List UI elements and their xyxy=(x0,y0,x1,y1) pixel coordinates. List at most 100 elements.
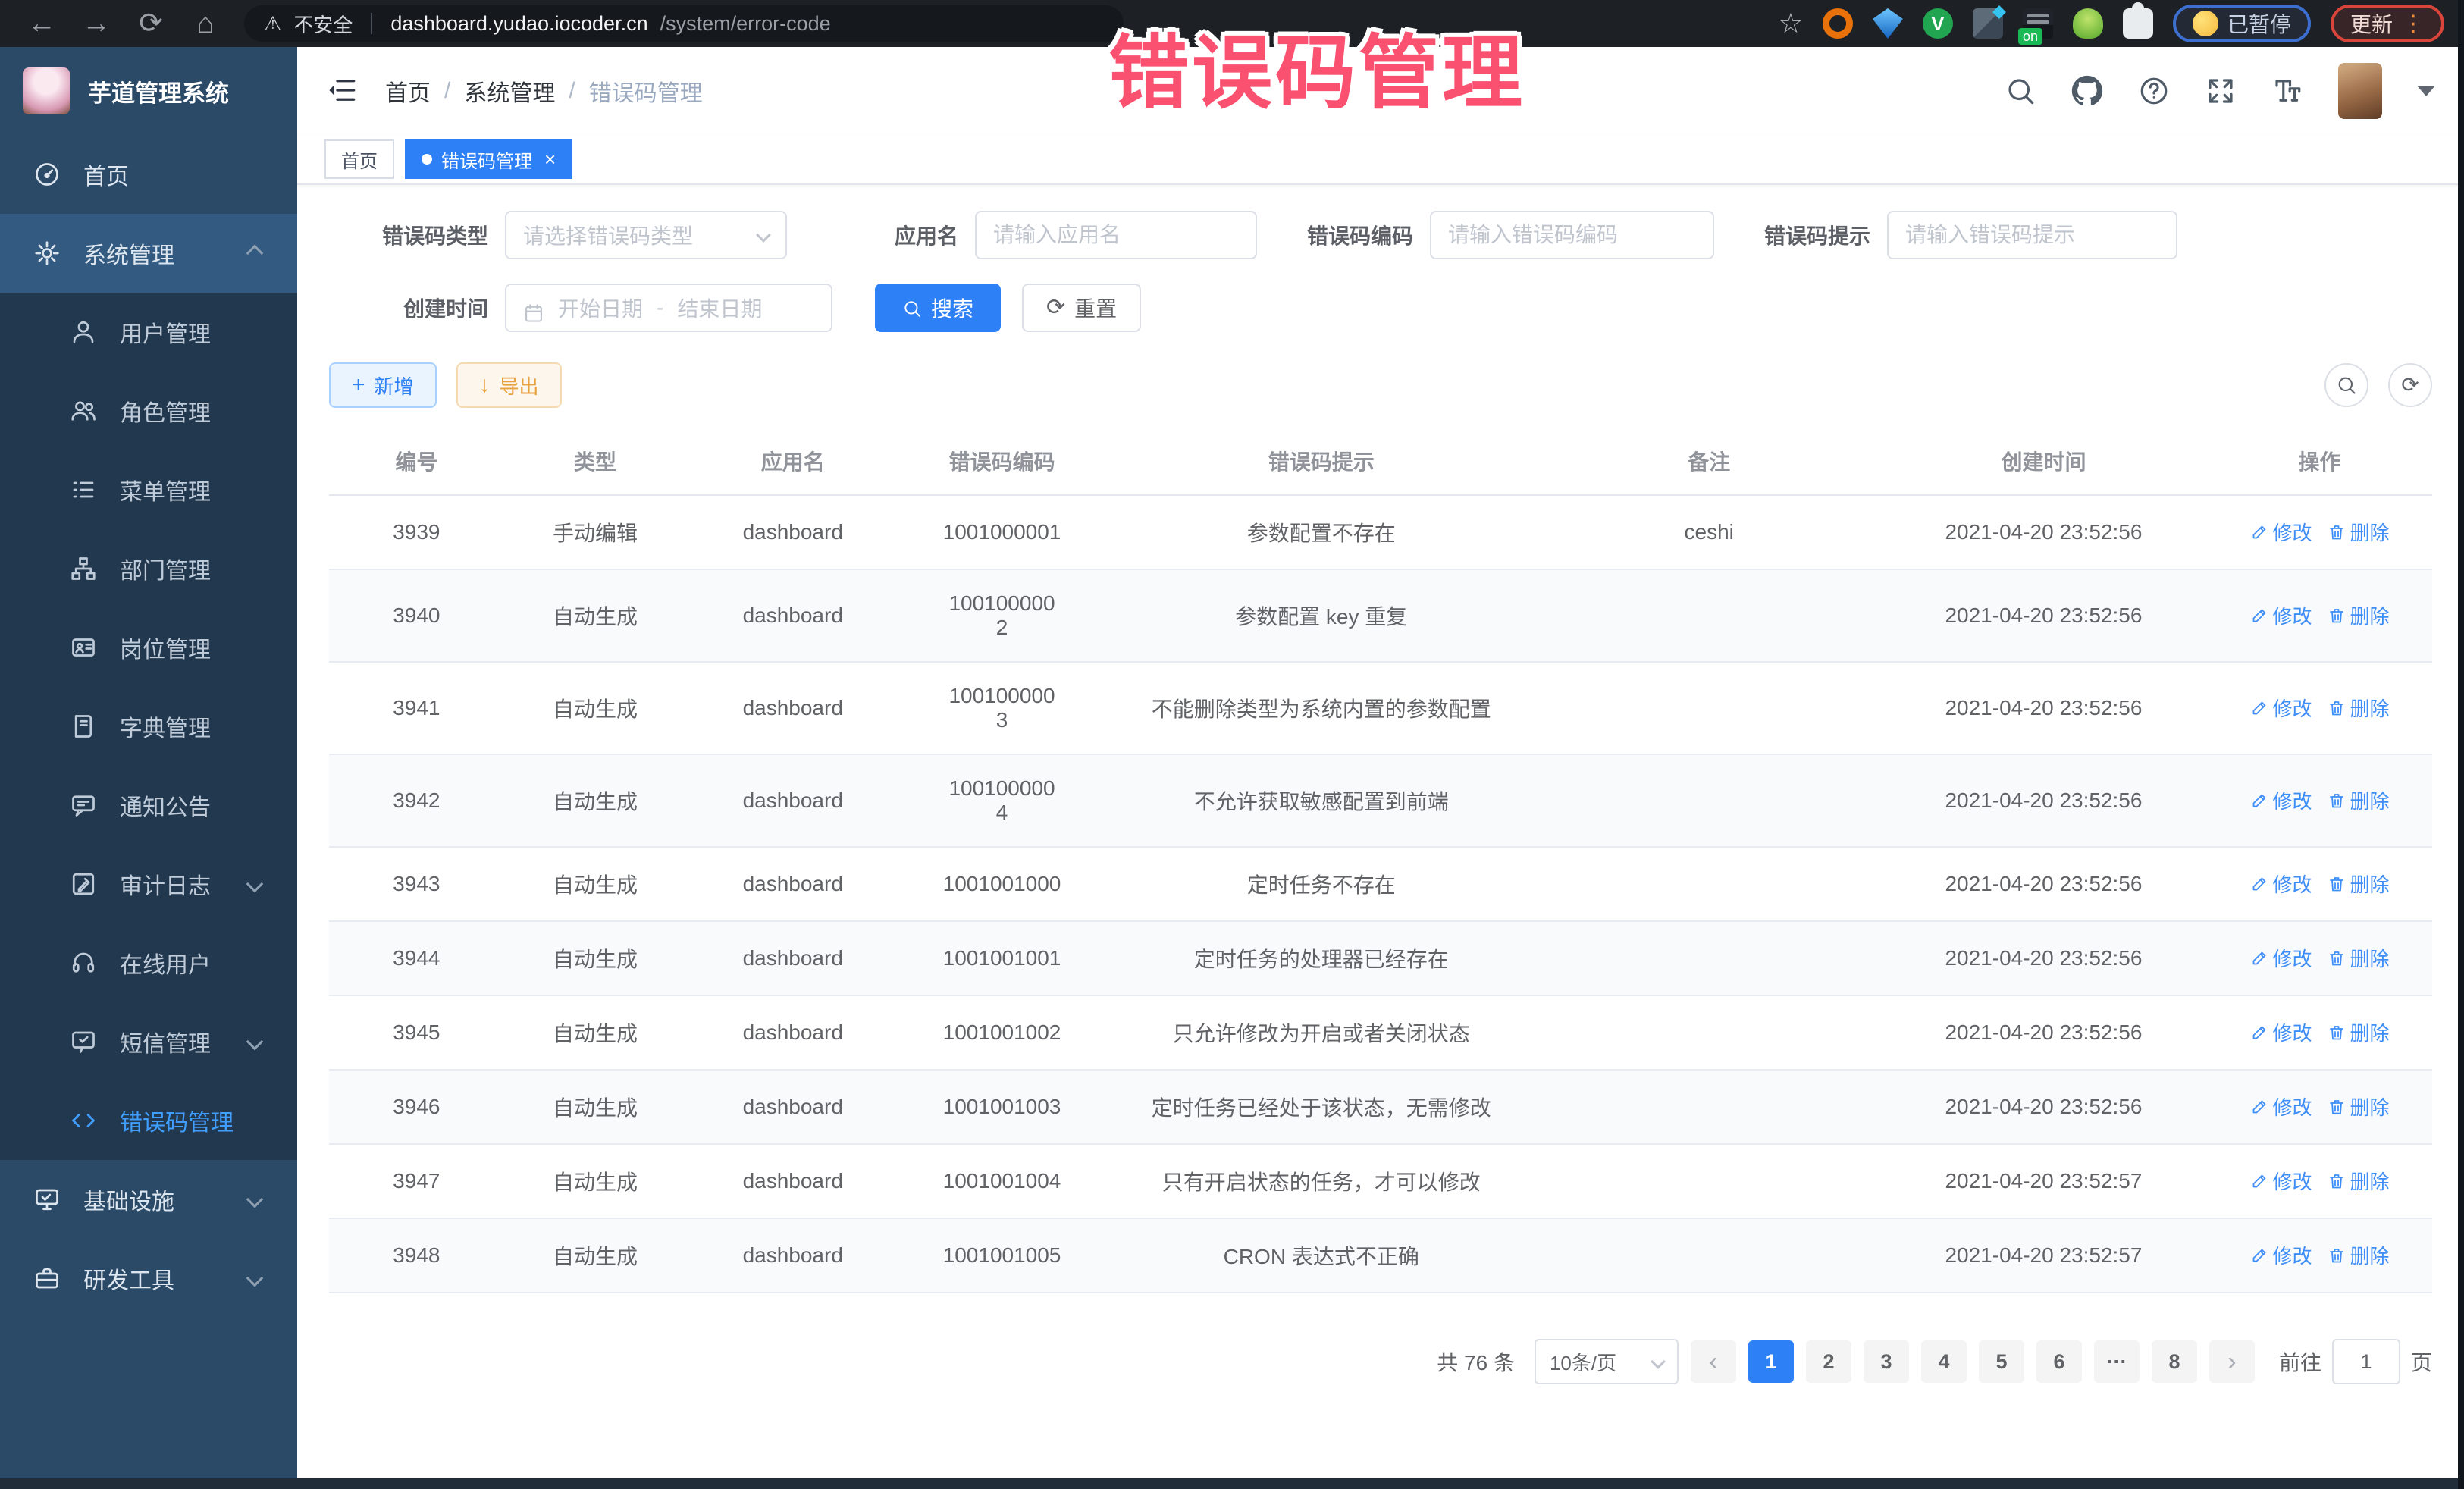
delete-link[interactable]: 删除 xyxy=(2328,944,2390,972)
sidebar-item-online[interactable]: 在线用户 xyxy=(0,923,297,1002)
goto-page-input[interactable] xyxy=(2332,1339,2400,1384)
window-scrollbar[interactable] xyxy=(2458,0,2464,1489)
edit-link[interactable]: 修改 xyxy=(2250,1092,2312,1121)
sidebar-item-user[interactable]: 用户管理 xyxy=(0,293,297,371)
page-button-6[interactable]: 6 xyxy=(2036,1340,2082,1383)
tab-error-code[interactable]: 错误码管理 × xyxy=(405,139,572,179)
reset-button[interactable]: ⟳ 重置 xyxy=(1022,284,1141,332)
extension-grid-icon[interactable] xyxy=(1973,8,2003,39)
extension-list-icon[interactable]: on xyxy=(2023,8,2053,39)
browser-forward-icon[interactable]: → xyxy=(74,9,118,38)
edit-link[interactable]: 修改 xyxy=(2250,786,2312,814)
next-page-button[interactable]: › xyxy=(2209,1340,2255,1383)
close-icon[interactable]: × xyxy=(544,148,556,171)
extension-orange-ring-icon[interactable] xyxy=(1823,8,1853,39)
page-button-5[interactable]: 5 xyxy=(1979,1340,2024,1383)
paused-badge[interactable]: 已暂停 xyxy=(2173,5,2311,42)
sidebar-item-system[interactable]: 系统管理 xyxy=(0,214,297,293)
help-icon[interactable] xyxy=(2138,75,2170,107)
edit-link[interactable]: 修改 xyxy=(2250,870,2312,898)
app-name-input[interactable] xyxy=(993,223,1239,247)
extension-plant-icon[interactable] xyxy=(2073,8,2103,39)
edit-link[interactable]: 修改 xyxy=(2250,601,2312,629)
edit-link[interactable]: 修改 xyxy=(2250,1167,2312,1195)
delete-link-label: 删除 xyxy=(2350,870,2390,898)
delete-link[interactable]: 删除 xyxy=(2328,1018,2390,1046)
search-icon[interactable] xyxy=(2005,75,2036,107)
edit-link[interactable]: 修改 xyxy=(2250,518,2312,546)
delete-link[interactable]: 删除 xyxy=(2328,518,2390,546)
page-button-8[interactable]: 8 xyxy=(2152,1340,2197,1383)
delete-link[interactable]: 删除 xyxy=(2328,1092,2390,1121)
error-type-select[interactable]: 请选择错误码类型 xyxy=(505,211,787,259)
delete-link[interactable]: 删除 xyxy=(2328,601,2390,629)
edit-link[interactable]: 修改 xyxy=(2250,944,2312,972)
delete-link[interactable]: 删除 xyxy=(2328,786,2390,814)
sidebar-item-sms[interactable]: 短信管理 xyxy=(0,1002,297,1081)
chevron-down-icon xyxy=(246,1033,264,1051)
sidebar-item-label: 首页 xyxy=(83,158,129,191)
url-path: /system/error-code xyxy=(660,12,831,36)
error-hint-input[interactable] xyxy=(1905,223,2159,247)
delete-link[interactable]: 删除 xyxy=(2328,1167,2390,1195)
sidebar-item-infra[interactable]: 基础设施 xyxy=(0,1160,297,1239)
user-avatar[interactable] xyxy=(2338,63,2382,119)
export-button[interactable]: ↓ 导出 xyxy=(456,362,562,408)
caret-down-icon[interactable] xyxy=(2417,86,2435,96)
github-icon[interactable] xyxy=(2071,75,2103,107)
sidebar-item-dict[interactable]: 字典管理 xyxy=(0,687,297,766)
breadcrumb-system[interactable]: 系统管理 xyxy=(464,74,555,108)
page-button-4[interactable]: 4 xyxy=(1921,1340,1967,1383)
browser-reload-icon[interactable]: ⟳ xyxy=(129,9,173,38)
edit-link[interactable]: 修改 xyxy=(2250,1241,2312,1269)
extension-green-check-icon[interactable]: V xyxy=(1923,8,1953,39)
table-row: 3944自动生成dashboard1001001001定时任务的处理器已经存在2… xyxy=(329,921,2432,995)
delete-link[interactable]: 删除 xyxy=(2328,870,2390,898)
toggle-search-button[interactable] xyxy=(2324,363,2368,407)
page-button-2[interactable]: 2 xyxy=(1806,1340,1851,1383)
sidebar-item-post[interactable]: 岗位管理 xyxy=(0,608,297,687)
cell-time: 2021-04-20 23:52:56 xyxy=(1880,495,2207,569)
page-size-select[interactable]: 10条/页 xyxy=(1535,1339,1679,1384)
breadcrumb-home[interactable]: 首页 xyxy=(385,74,431,108)
update-label: 更新 xyxy=(2350,8,2393,39)
date-range-picker[interactable]: 开始日期 - 结束日期 xyxy=(505,284,832,332)
cell-app: dashboard xyxy=(686,995,899,1070)
edit-link[interactable]: 修改 xyxy=(2250,1018,2312,1046)
prev-page-button[interactable]: ‹ xyxy=(1691,1340,1736,1383)
app-logo[interactable]: 芋道管理系统 xyxy=(0,47,297,135)
browser-menu-dots-icon[interactable]: ⋮ xyxy=(2402,11,2425,37)
extension-blue-gem-icon[interactable] xyxy=(1873,8,1903,39)
sidebar-item-notice[interactable]: 通知公告 xyxy=(0,766,297,845)
fullscreen-icon[interactable] xyxy=(2205,75,2237,107)
refresh-table-button[interactable]: ⟳ xyxy=(2388,363,2432,407)
sidebar-item-errcode[interactable]: 错误码管理 xyxy=(0,1081,297,1160)
search-button[interactable]: 搜索 xyxy=(875,284,1001,332)
sidebar: 芋道管理系统 首页系统管理用户管理角色管理菜单管理部门管理岗位管理字典管理通知公… xyxy=(0,47,297,1478)
cell-hint: 定时任务的处理器已经存在 xyxy=(1105,921,1538,995)
update-button[interactable]: 更新 ⋮ xyxy=(2331,5,2444,42)
add-button[interactable]: + 新增 xyxy=(329,362,437,408)
font-size-icon[interactable] xyxy=(2271,75,2303,107)
error-code-input[interactable] xyxy=(1448,223,1696,247)
sidebar-item-devtools[interactable]: 研发工具 xyxy=(0,1239,297,1318)
browser-back-icon[interactable]: ← xyxy=(20,9,64,38)
delete-link[interactable]: 删除 xyxy=(2328,694,2390,722)
sidebar-item-home[interactable]: 首页 xyxy=(0,135,297,214)
sidebar-item-role[interactable]: 角色管理 xyxy=(0,371,297,450)
sidebar-item-dept[interactable]: 部门管理 xyxy=(0,529,297,608)
page-button-3[interactable]: 3 xyxy=(1864,1340,1909,1383)
hamburger-icon[interactable] xyxy=(326,74,359,108)
address-bar[interactable]: ⚠ 不安全 dashboard.yudao.iocoder.cn/system/… xyxy=(244,5,1124,42)
sidebar-item-audit[interactable]: 审计日志 xyxy=(0,845,297,923)
page-button-1[interactable]: 1 xyxy=(1748,1340,1794,1383)
edit-link[interactable]: 修改 xyxy=(2250,694,2312,722)
pagination-ellipsis[interactable]: ··· xyxy=(2094,1340,2140,1383)
sidebar-item-menu[interactable]: 菜单管理 xyxy=(0,450,297,529)
tab-home[interactable]: 首页 xyxy=(324,139,394,179)
extensions-puzzle-icon[interactable] xyxy=(2123,8,2153,39)
cell-code: 1001000001 xyxy=(899,495,1105,569)
bookmark-star-icon[interactable]: ☆ xyxy=(1779,8,1803,39)
browser-home-icon[interactable]: ⌂ xyxy=(183,9,227,38)
delete-link[interactable]: 删除 xyxy=(2328,1241,2390,1269)
